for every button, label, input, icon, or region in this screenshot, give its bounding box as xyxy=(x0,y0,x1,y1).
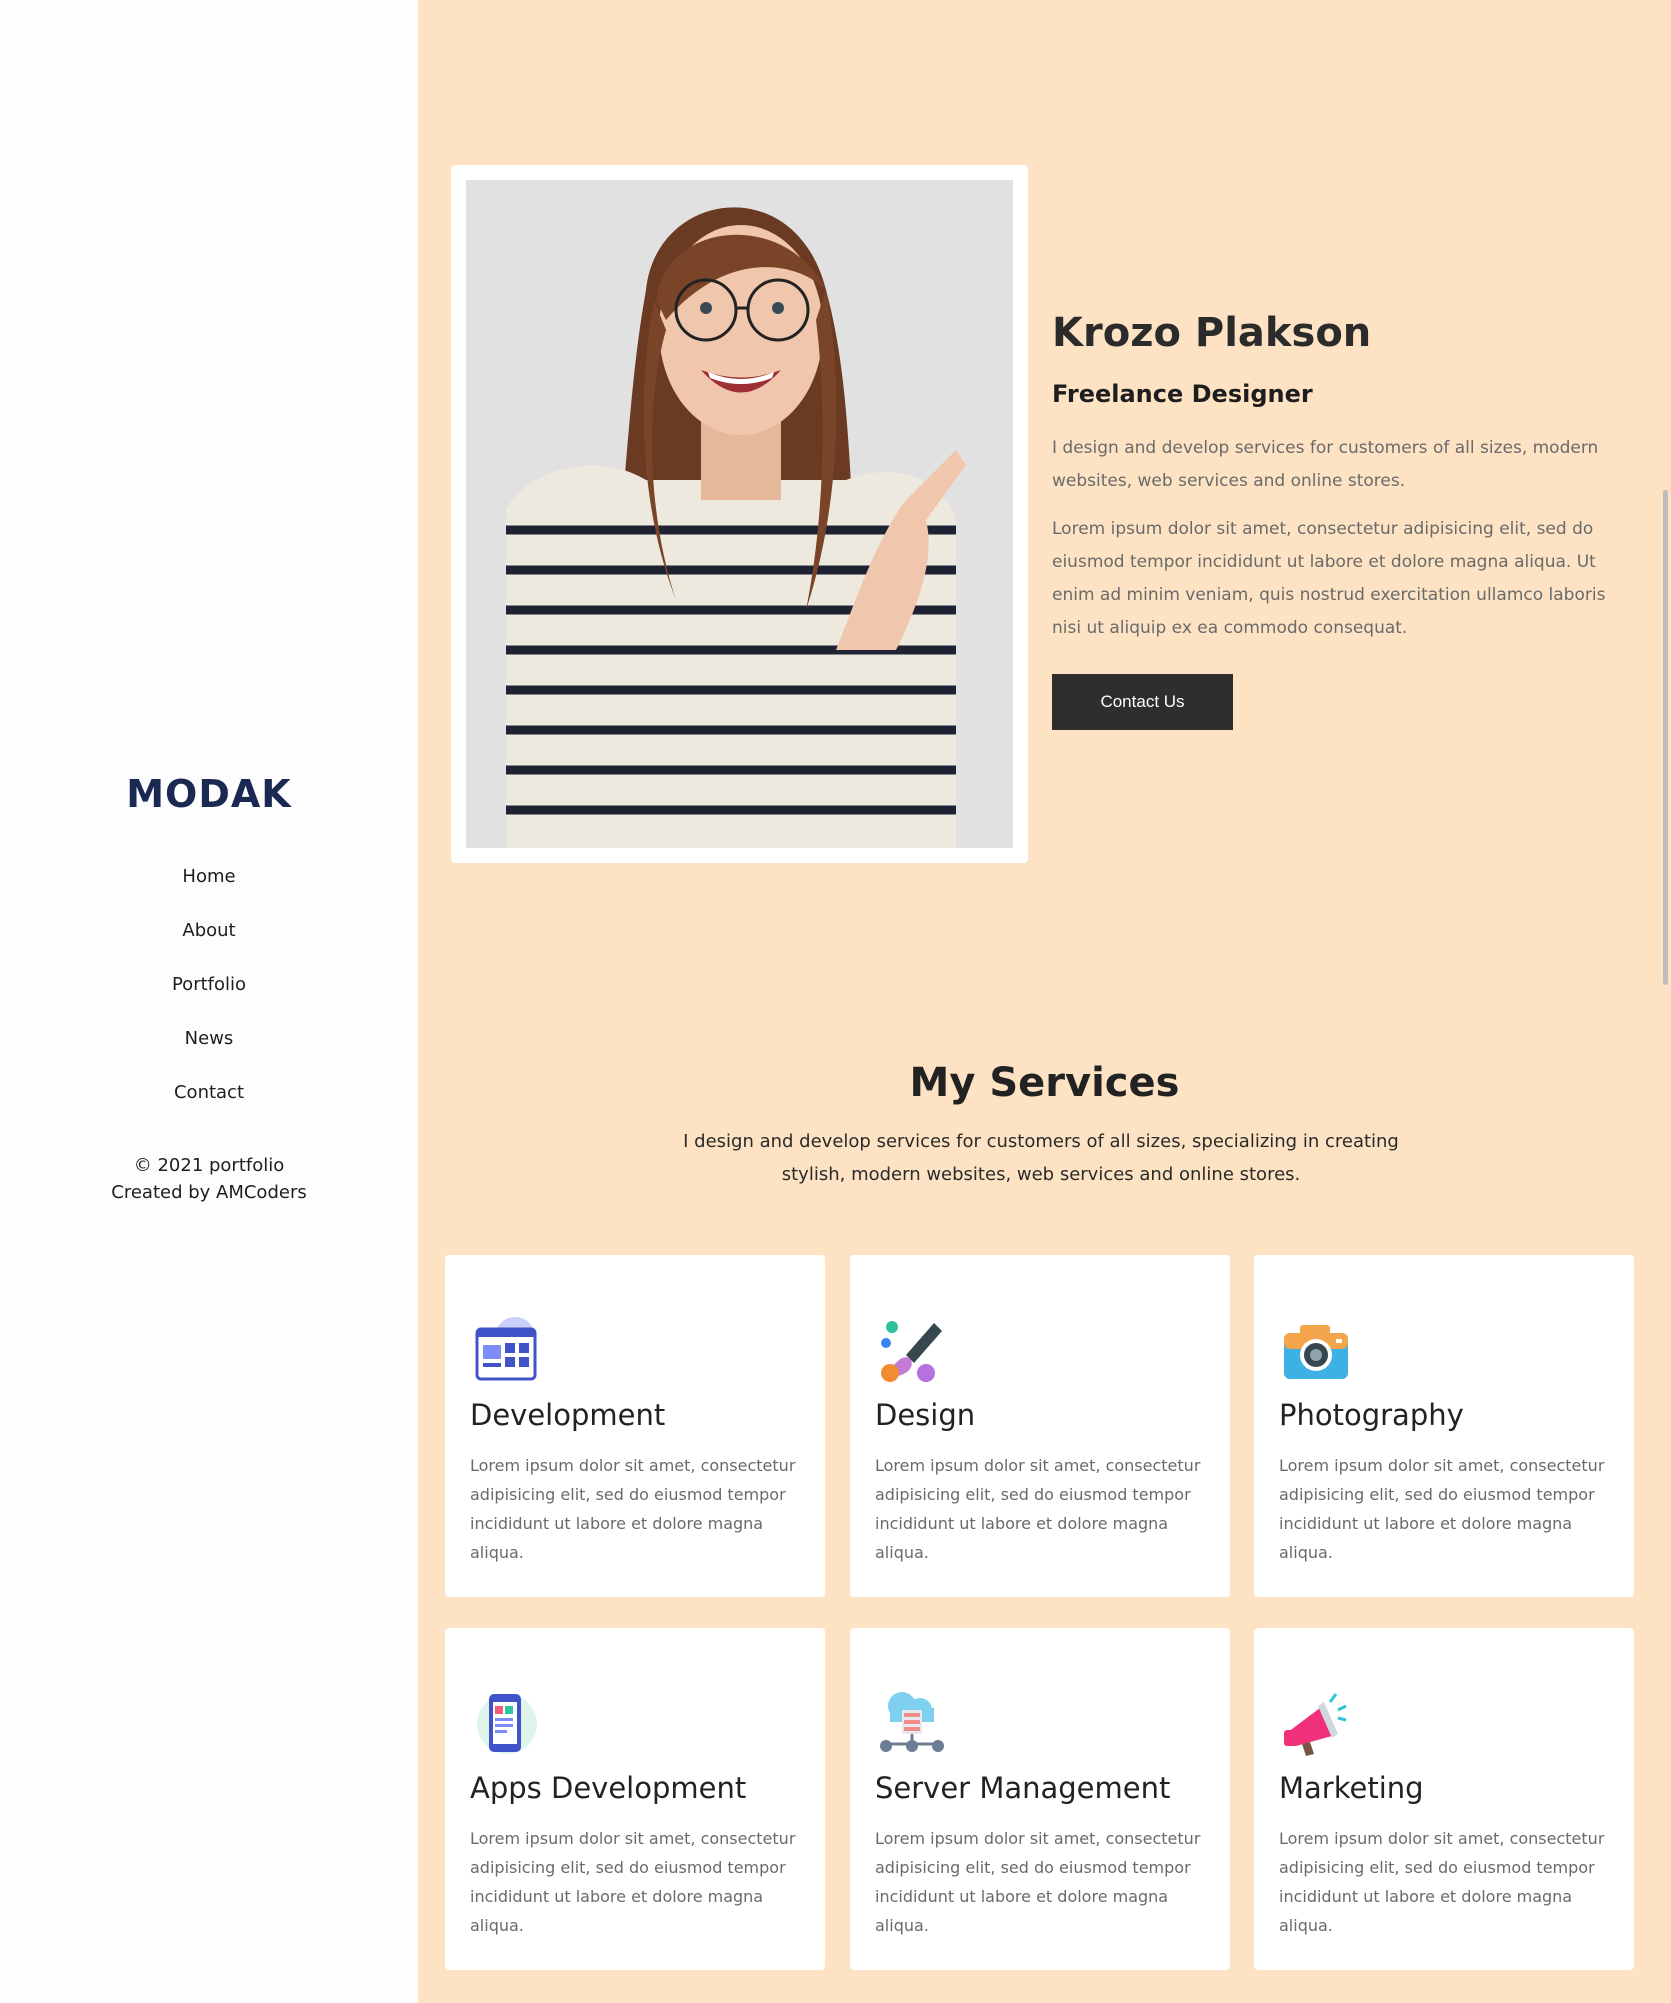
cloud-server-icon xyxy=(876,1688,946,1758)
browser-window-icon xyxy=(471,1315,541,1385)
nav-item-contact[interactable]: Contact xyxy=(0,1082,418,1136)
card-title: Server Management xyxy=(875,1771,1171,1805)
sidebar: MODAK Home About Portfolio News Contact … xyxy=(0,0,418,2003)
hero-body: Lorem ipsum dolor sit amet, consectetur … xyxy=(1052,519,1606,638)
card-title: Photography xyxy=(1279,1398,1464,1432)
scrollbar-thumb[interactable] xyxy=(1663,490,1668,985)
copyright-text: © 2021 portfolio xyxy=(133,1155,285,1176)
hero-intro: I design and develop services for custom… xyxy=(1052,438,1599,491)
contact-us-button[interactable]: Contact Us xyxy=(1052,674,1233,730)
service-card-server-management: Server Management Lorem ipsum dolor sit … xyxy=(850,1628,1230,1970)
card-title: Design xyxy=(875,1398,976,1432)
logo-text: MODAK xyxy=(126,772,292,816)
profile-photo xyxy=(466,180,1013,848)
card-text: Lorem ipsum dolor sit amet, consectetur … xyxy=(1279,1456,1605,1562)
card-text: Lorem ipsum dolor sit amet, consectetur … xyxy=(470,1829,796,1935)
nav-item-portfolio[interactable]: Portfolio xyxy=(0,974,418,1028)
camera-icon xyxy=(1280,1315,1350,1385)
card-text: Lorem ipsum dolor sit amet, consectetur … xyxy=(1279,1829,1605,1935)
service-card-marketing: Marketing Lorem ipsum dolor sit amet, co… xyxy=(1254,1628,1634,1970)
nav-item-news[interactable]: News xyxy=(0,1028,418,1082)
service-card-design: Design Lorem ipsum dolor sit amet, conse… xyxy=(850,1255,1230,1597)
card-text: Lorem ipsum dolor sit amet, consectetur … xyxy=(875,1456,1201,1562)
service-card-apps-development: Apps Development Lorem ipsum dolor sit a… xyxy=(445,1628,825,1970)
main-nav: Home About Portfolio News Contact xyxy=(0,866,418,1136)
nav-item-home[interactable]: Home xyxy=(0,866,418,920)
paint-brush-icon xyxy=(876,1315,946,1385)
services-title: My Services xyxy=(909,1060,1180,1106)
credit-text: Created by AMCoders xyxy=(111,1182,307,1203)
hero-role: Freelance Designer xyxy=(1052,380,1313,408)
profile-photo-frame xyxy=(451,165,1028,863)
site-logo[interactable]: MODAK xyxy=(0,772,418,816)
megaphone-icon xyxy=(1280,1688,1350,1758)
service-card-photography: Photography Lorem ipsum dolor sit amet, … xyxy=(1254,1255,1634,1597)
hero-name: Krozo Plakson xyxy=(1052,310,1372,356)
card-title: Apps Development xyxy=(470,1771,747,1805)
sidebar-footer: © 2021 portfolio Created by AMCoders xyxy=(0,1152,418,1206)
service-card-development: Development Lorem ipsum dolor sit amet, … xyxy=(445,1255,825,1597)
mobile-app-icon xyxy=(471,1688,541,1758)
card-title: Development xyxy=(470,1398,666,1432)
card-text: Lorem ipsum dolor sit amet, consectetur … xyxy=(875,1829,1201,1935)
services-description: I design and develop services for custom… xyxy=(683,1131,1399,1185)
card-text: Lorem ipsum dolor sit amet, consectetur … xyxy=(470,1456,796,1562)
nav-item-about[interactable]: About xyxy=(0,920,418,974)
card-title: Marketing xyxy=(1279,1771,1424,1805)
